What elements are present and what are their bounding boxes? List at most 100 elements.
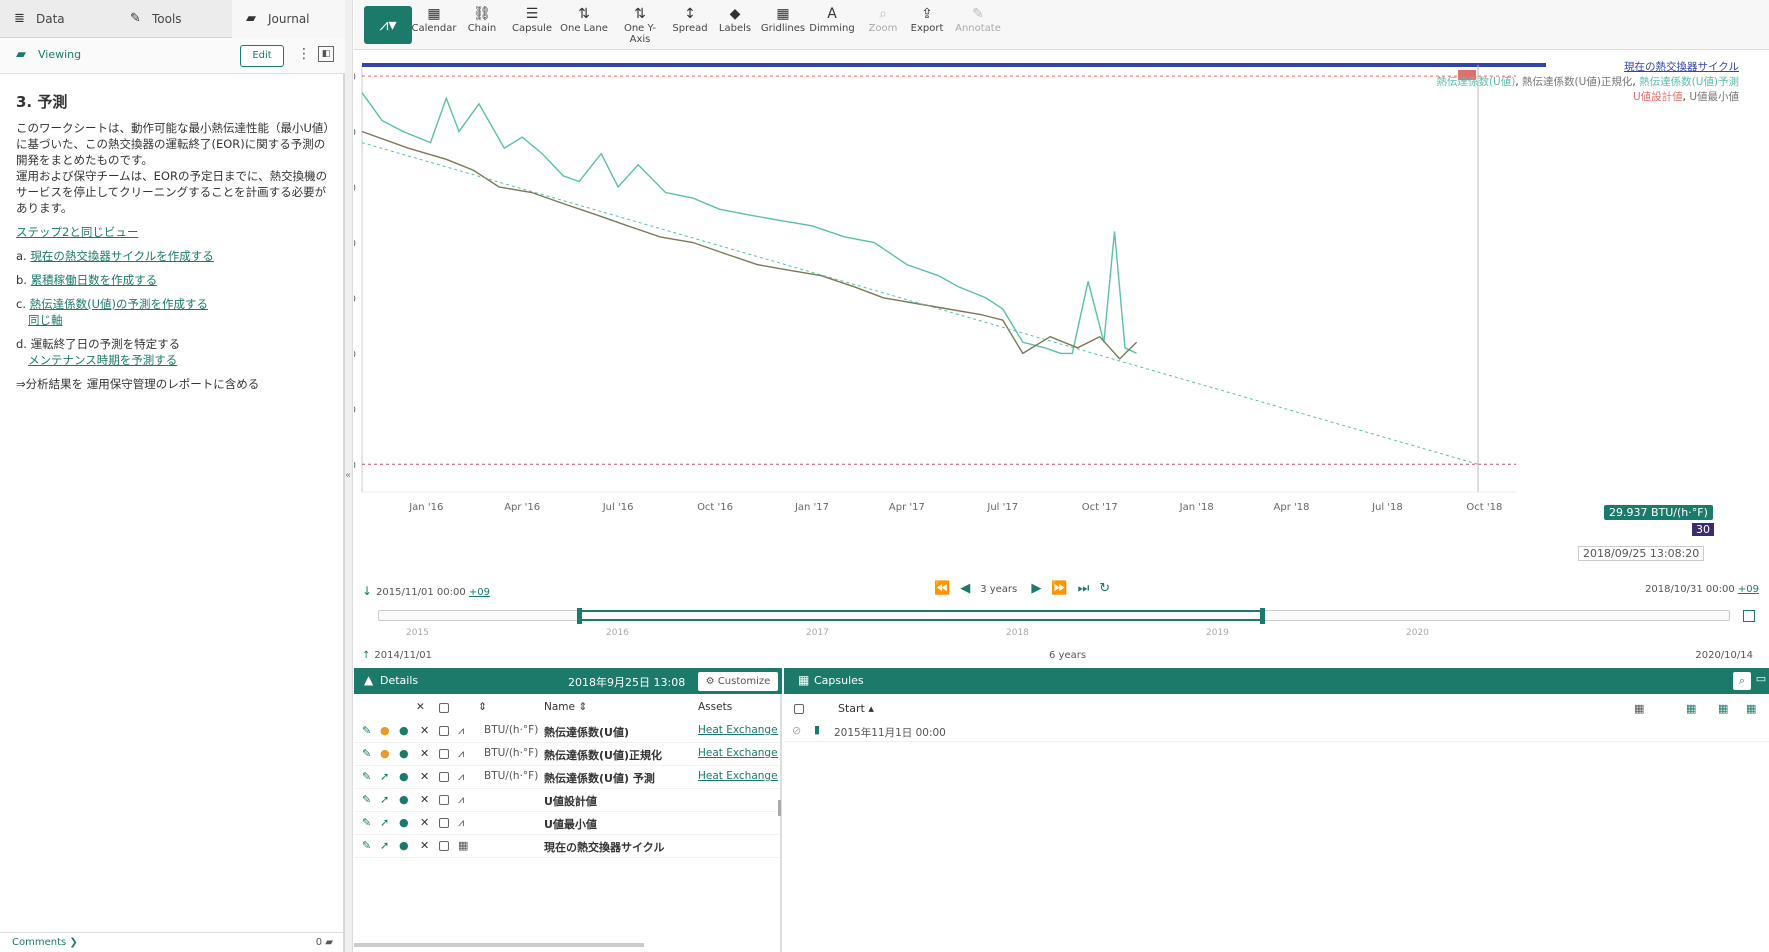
toolbar-chain-button[interactable]: ⛓ Chain [456,6,508,46]
vertical-scrollbar[interactable] [778,800,781,816]
pin-icon[interactable]: ➚ [380,793,389,806]
edit-icon[interactable]: ✎ [362,839,371,852]
signal-asset[interactable]: Heat Exchanger [698,747,778,759]
toolbar-capsule-button[interactable]: ☰ Capsule [506,6,558,46]
row-checkbox[interactable] [439,726,449,736]
display-end-tz[interactable]: +09 [1738,584,1759,595]
toolbar-gridlines-button[interactable]: ▦ Gridlines [757,6,809,46]
customize-button[interactable]: ⚙ Customize [698,672,778,691]
investigate-end[interactable]: 2020/10/14 [1695,650,1753,661]
skip-end-icon[interactable]: ⏭ [1078,581,1090,596]
info-icon[interactable]: ● [399,816,409,829]
chart-svg[interactable]: 30405060708090100BTU/(h·°F)Jan '16Apr '1… [354,50,1769,580]
link-item-a[interactable]: 現在の熱交換器サイクルを作成する [30,249,213,263]
info-icon[interactable]: ● [399,839,409,852]
link-item-c[interactable]: 熱伝達係数(U値)の予測を作成する [30,297,208,311]
edit-icon[interactable]: ✎ [362,816,371,829]
fast-forward-icon[interactable]: ⏩ [1051,581,1067,596]
edit-icon[interactable]: ✎ [362,770,371,783]
investigate-start[interactable]: ↑ 2014/11/01 [362,650,432,661]
tab-data[interactable]: ≣ Data [0,0,116,38]
capsule-row[interactable]: ⊘ ▮ 2015年11月1日 00:00 [784,720,1769,742]
link-item-c-2[interactable]: 同じ軸 [28,313,63,327]
link-same-view[interactable]: ステップ2と同じビュー [16,225,138,239]
range-start-handle[interactable] [577,608,582,624]
info-icon[interactable]: ● [399,770,409,783]
edit-capsule-icon[interactable]: ▦ [1718,702,1728,715]
select-all-checkbox[interactable] [794,704,804,714]
pin-icon[interactable]: ➚ [380,839,389,852]
remove-all-icon[interactable]: ✕ [416,701,425,713]
details-row[interactable]: ✎ ➚ ● ✕ ▦ 現在の熱交換器サイクル [354,835,780,858]
more-options-icon[interactable]: ⋮ [297,46,311,62]
minimize-icon[interactable]: ▭ [1753,672,1769,690]
tab-journal[interactable]: ▰ Journal [232,0,345,38]
tab-tools[interactable]: ✎ Tools [116,0,232,38]
delete-capsule-icon[interactable]: ▦ [1746,702,1756,715]
link-item-d[interactable]: メンテナンス時期を予測する [28,353,177,367]
refresh-icon[interactable]: ↻ [1099,581,1110,596]
remove-icon[interactable]: ✕ [420,747,429,760]
zoom-icon[interactable]: ⌕ [1733,672,1751,690]
details-row[interactable]: ✎ ➚ ● ✕ ⩘ U値最小値 [354,812,780,835]
edit-icon[interactable]: ✎ [362,747,371,760]
details-row[interactable]: ✎ ● ● ✕ ⩘ BTU/(h·°F) 熱伝達係数(U値) Heat Exchanger [354,720,780,743]
edit-icon[interactable]: ✎ [362,724,371,737]
remove-icon[interactable]: ✕ [420,770,429,783]
column-start[interactable]: Start ▴ [838,702,874,715]
toolbar-one-lane-button[interactable]: ⇅ One Lane [558,6,610,46]
pin-icon[interactable]: ➚ [380,770,389,783]
columns-icon[interactable]: ▦ [1634,702,1644,715]
horizontal-scrollbar[interactable] [354,943,644,947]
sort-icon[interactable]: ⇕ [478,701,487,713]
range-end-handle[interactable] [1260,608,1265,624]
collapse-panel-icon[interactable]: ◧ [318,46,334,62]
chevron-left-icon[interactable]: « [345,470,351,481]
investigate-duration[interactable]: 6 years [1049,650,1086,661]
remove-icon[interactable]: ✕ [420,839,429,852]
step-forward-icon[interactable]: ▶ [1031,581,1041,596]
row-checkbox[interactable] [439,772,449,782]
legend-capsule[interactable]: 現在の熱交換器サイクル [1624,61,1739,73]
warning-icon[interactable]: ● [380,747,390,760]
display-start-value[interactable]: 2015/11/01 00:00 [376,587,466,598]
details-row[interactable]: ✎ ➚ ● ✕ ⩘ U値設計値 [354,789,780,812]
row-checkbox[interactable] [439,818,449,828]
duration-label[interactable]: 3 years [980,584,1017,595]
warning-icon[interactable]: ● [380,724,390,737]
customize-label[interactable]: Customize [718,676,771,687]
info-icon[interactable]: ● [399,724,409,737]
toolbar-export-button[interactable]: ⇪ Export [901,6,953,46]
view-selector-button[interactable]: ⩘▾ [364,6,412,44]
row-checkbox[interactable] [439,841,449,851]
remove-icon[interactable]: ✕ [420,724,429,737]
remove-icon[interactable]: ✕ [420,816,429,829]
pin-icon[interactable]: ➚ [380,816,389,829]
display-start[interactable]: ↓ 2015/11/01 00:00 +09 [362,584,490,598]
edit-button[interactable]: Edit [240,45,284,67]
pane-splitter[interactable]: « [345,0,353,952]
row-checkbox[interactable] [439,749,449,759]
details-row[interactable]: ✎ ➚ ● ✕ ⩘ BTU/(h·°F) 熱伝達係数(U値) 予測 Heat Exchange… [354,766,780,789]
comments-bar[interactable]: Comments ❯ 0 ▰ [0,932,345,952]
toolbar-dimming-button[interactable]: A Dimming [806,6,858,46]
details-row[interactable]: ✎ ● ● ✕ ⩘ BTU/(h·°F) 熱伝達係数(U値)正規化 Heat Exchange… [354,743,780,766]
toolbar-one-y-axis-button[interactable]: ⇅ One Y-Axis [614,6,666,46]
display-start-tz[interactable]: +09 [469,587,490,598]
link-item-b[interactable]: 累積稼働日数を作成する [31,273,158,287]
column-assets[interactable]: Assets [698,701,732,713]
row-checkbox[interactable] [439,795,449,805]
display-range-slider[interactable] [580,610,1264,621]
investigate-start-value[interactable]: 2014/11/01 [374,650,432,661]
info-icon[interactable]: ● [399,793,409,806]
signal-asset[interactable]: Heat Exchanger [698,724,778,736]
toolbar-annotate-button[interactable]: ✎ Annotate [952,6,1004,46]
select-all-checkbox[interactable] [439,703,449,713]
comments-label[interactable]: Comments ❯ [12,937,78,948]
step-back-icon[interactable]: ◀ [960,581,970,596]
trend-chart[interactable]: 30405060708090100BTU/(h·°F)Jan '16Apr '1… [354,50,1769,610]
display-end-value[interactable]: 2018/10/31 00:00 [1645,584,1735,595]
display-end[interactable]: 2018/10/31 00:00 +09 [1645,584,1759,595]
signal-asset[interactable]: Heat Exchanger [698,770,778,782]
toolbar-calendar-button[interactable]: ▦ Calendar [408,6,460,46]
